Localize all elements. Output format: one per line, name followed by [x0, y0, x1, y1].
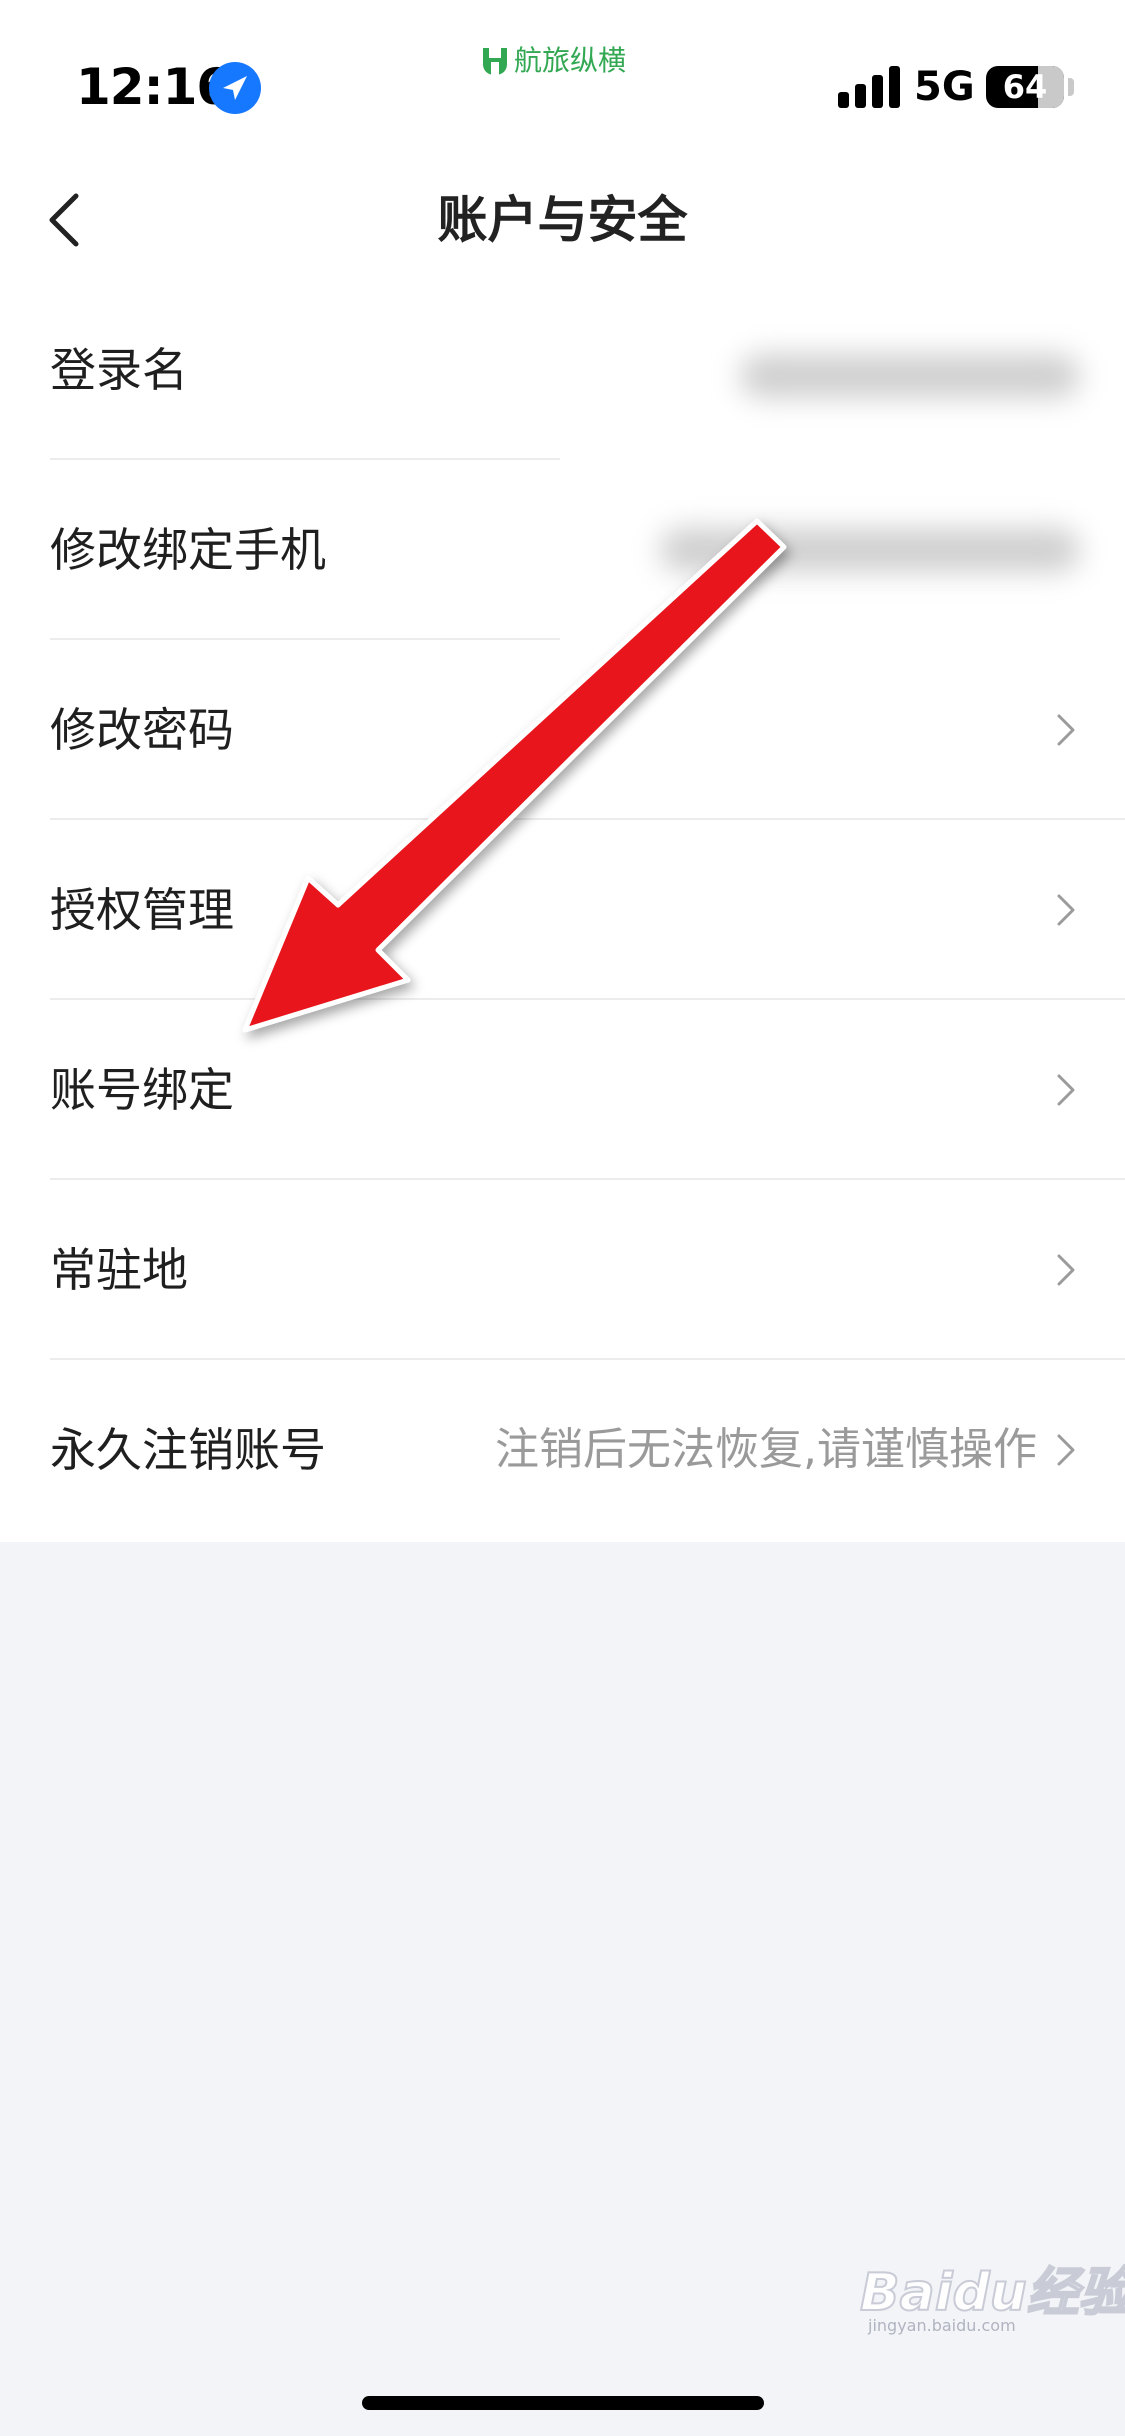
row-label: 修改绑定手机 [50, 523, 326, 577]
blurred-value [660, 528, 1080, 572]
chevron-right-icon [1057, 1254, 1075, 1286]
row-delete-account[interactable]: 永久注销账号 注销后无法恢复,请谨慎操作 [0, 1360, 1125, 1540]
row-hint: 注销后无法恢复,请谨慎操作 [495, 1424, 1037, 1475]
chevron-right-icon [1057, 714, 1075, 746]
row-label: 永久注销账号 [50, 1423, 326, 1477]
battery-icon: 64 [986, 66, 1064, 108]
chevron-right-icon [1057, 894, 1075, 926]
row-change-password[interactable]: 修改密码 [0, 640, 1125, 820]
row-change-phone[interactable]: 修改绑定手机 [0, 460, 1125, 640]
page-title: 账户与安全 [437, 191, 688, 249]
row-authorization[interactable]: 授权管理 [0, 820, 1125, 1000]
battery-nub [1068, 78, 1074, 96]
settings-list: 登录名 修改绑定手机 修改密码 授权管理 账号绑定 常驻地 永久注销账号 注销后… [0, 280, 1125, 1540]
network-type: 5G [914, 64, 975, 110]
brand-text: 航旅纵横 [514, 44, 627, 77]
chevron-right-icon [1057, 1434, 1075, 1466]
app-brand: 航旅纵横 [480, 42, 650, 82]
home-indicator[interactable] [362, 2396, 764, 2410]
row-label: 登录名 [50, 343, 188, 397]
row-label: 常驻地 [50, 1243, 188, 1297]
status-bar: 12:16 航旅纵横 5G 64 [0, 0, 1125, 140]
signal-strength-icon [838, 64, 900, 108]
row-label: 账号绑定 [50, 1063, 234, 1117]
brand-logo-icon [483, 48, 507, 75]
row-label: 修改密码 [50, 703, 234, 757]
nav-bar: 账户与安全 [0, 160, 1125, 280]
blurred-value [740, 354, 1080, 398]
baidu-watermark: Baidu经验 jingyan.baidu.com [859, 2230, 1125, 2340]
watermark-url: jingyan.baidu.com [868, 2316, 1016, 2335]
row-residence[interactable]: 常驻地 [0, 1180, 1125, 1360]
row-label: 授权管理 [50, 883, 234, 937]
watermark-text: Baidu经验 [859, 2262, 1125, 2324]
chevron-right-icon [1057, 1074, 1075, 1106]
battery-level: 64 [1002, 68, 1048, 106]
row-account-binding[interactable]: 账号绑定 [0, 1000, 1125, 1180]
status-time: 12:16 [76, 58, 231, 116]
back-button[interactable] [30, 180, 110, 260]
row-login-name[interactable]: 登录名 [0, 280, 1125, 460]
location-arrow-icon [209, 62, 261, 114]
chevron-left-icon [49, 193, 79, 247]
